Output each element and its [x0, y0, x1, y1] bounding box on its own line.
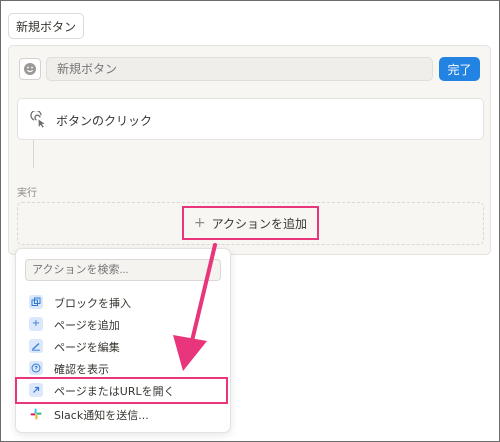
screenshot-frame: 新規ボタン 完了 ボタンのクリック 実行 + ア	[0, 0, 500, 442]
annotation-arrow	[173, 243, 217, 371]
